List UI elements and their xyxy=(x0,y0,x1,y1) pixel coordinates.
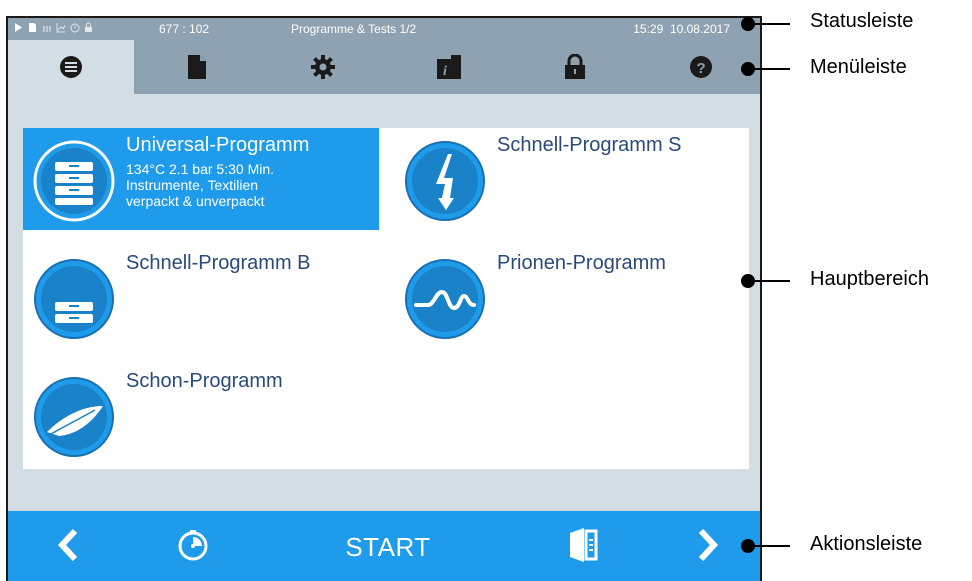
program-load-type: Instrumente, Textilien xyxy=(126,177,259,193)
lock-icon xyxy=(84,22,93,33)
door-icon xyxy=(568,527,598,568)
status-bar: 677 : 102 Programme & Tests 1/2 15:29 10… xyxy=(8,18,760,40)
cycle-counter: 677 : 102 xyxy=(159,22,210,36)
back-button[interactable] xyxy=(38,511,98,581)
callout-line-menu xyxy=(752,68,790,70)
callout-line-status xyxy=(752,23,790,25)
svg-text:i: i xyxy=(443,64,447,79)
program-list: Universal-Programm 134°C 2.1 bar 5:30 Mi… xyxy=(23,128,749,469)
tab-settings[interactable] xyxy=(260,40,386,94)
callout-line-main xyxy=(752,280,790,282)
lock-icon xyxy=(564,54,586,80)
svg-text:?: ? xyxy=(697,60,706,77)
lightning-icon xyxy=(405,141,485,221)
callout-status-bar: Statusleiste xyxy=(810,10,914,32)
clock-icon xyxy=(70,22,80,33)
callout-menu-bar: Menüleiste xyxy=(810,56,907,78)
clock-readout: 15:29 10.08.2017 xyxy=(633,22,730,36)
document-icon xyxy=(187,54,207,80)
tab-lock[interactable] xyxy=(512,40,638,94)
stacked-trays-icon xyxy=(33,140,115,222)
program-schon[interactable]: Schon-Programm xyxy=(23,364,379,466)
menu-bar: i ? xyxy=(8,40,760,94)
door-button[interactable] xyxy=(553,511,613,581)
time: 15:29 xyxy=(633,22,664,36)
status-icons xyxy=(14,22,93,33)
gear-icon xyxy=(310,54,336,80)
timer-icon xyxy=(177,529,209,566)
program-universal[interactable]: Universal-Programm 134°C 2.1 bar 5:30 Mi… xyxy=(23,128,379,230)
callout-line-action xyxy=(752,545,790,547)
heat-icon xyxy=(42,22,51,33)
start-label: START xyxy=(345,531,431,562)
chevron-left-icon xyxy=(57,528,79,567)
program-details: 134°C 2.1 bar 5:30 Min. Instrumente, Tex… xyxy=(126,161,274,209)
file-icon xyxy=(28,22,37,33)
single-tray-icon xyxy=(34,259,114,339)
date: 10.08.2017 xyxy=(669,22,730,36)
action-bar: START xyxy=(8,511,760,581)
program-packaging: verpackt & unverpackt xyxy=(126,193,265,209)
program-title: Universal-Programm xyxy=(126,134,310,156)
program-schnell-b[interactable]: Schnell-Programm B xyxy=(23,246,379,348)
timer-button[interactable] xyxy=(163,511,223,581)
feather-icon xyxy=(34,377,114,457)
program-title: Schnell-Programm B xyxy=(126,252,311,274)
tab-info[interactable]: i xyxy=(386,40,512,94)
help-icon: ? xyxy=(689,55,713,79)
program-prionen[interactable]: Prionen-Programm xyxy=(394,246,750,348)
program-schnell-s[interactable]: Schnell-Programm S xyxy=(394,128,750,230)
play-icon xyxy=(14,22,23,33)
callout-action-bar: Aktionsleiste xyxy=(810,533,923,555)
program-parameters: 134°C 2.1 bar 5:30 Min. xyxy=(126,161,275,177)
program-title: Schon-Programm xyxy=(126,370,283,392)
chart-icon xyxy=(56,22,66,33)
chevron-right-icon xyxy=(697,528,719,567)
page-title: Programme & Tests 1/2 xyxy=(291,22,417,36)
program-title: Prionen-Programm xyxy=(497,252,666,274)
tab-documents[interactable] xyxy=(134,40,260,94)
tab-programs[interactable] xyxy=(8,40,134,94)
device-screen: 677 : 102 Programme & Tests 1/2 15:29 10… xyxy=(6,16,762,581)
info-folder-icon: i xyxy=(436,54,462,80)
forward-button[interactable] xyxy=(678,511,738,581)
program-title: Schnell-Programm S xyxy=(497,134,682,156)
list-icon xyxy=(59,55,83,79)
prion-wave-icon xyxy=(405,259,485,339)
start-button[interactable]: START xyxy=(308,511,468,581)
callout-main-area: Hauptbereich xyxy=(810,268,929,290)
